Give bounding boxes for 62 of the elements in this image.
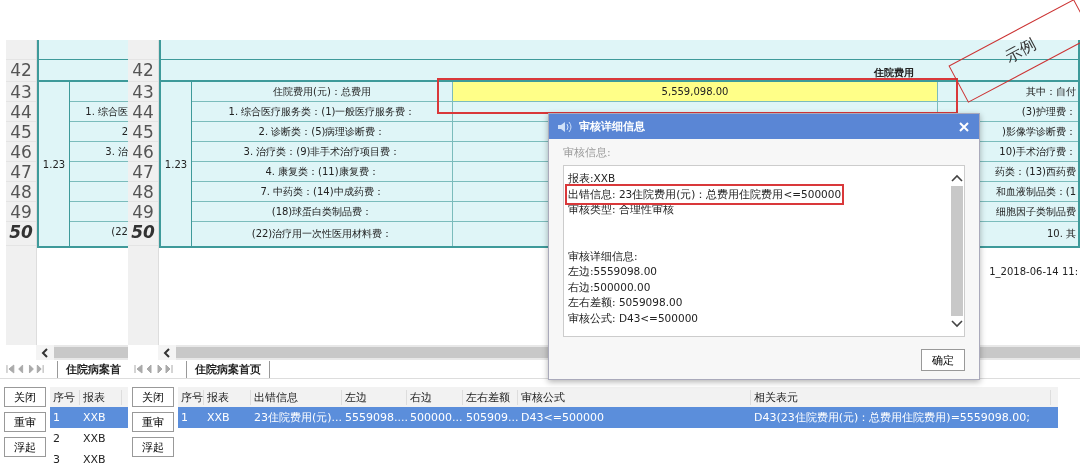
row-label: 2. 诊断类：(5)病理诊断费： <box>258 124 386 139</box>
details-line: 左边:5559098.00 <box>568 264 657 279</box>
row-label: 住院费用(元)：总费用 <box>273 84 371 99</box>
column-header: 报表 <box>80 389 122 405</box>
row-label: 3. 治疗类：(9)非手术治疗项目费： <box>243 144 401 159</box>
row-number: 48 <box>6 182 36 202</box>
row-number: 42 <box>128 60 158 82</box>
row-number: 43 <box>128 82 158 102</box>
details-line: 右边:500000.00 <box>568 279 651 295</box>
row-number: 46 <box>6 142 36 162</box>
row-number: 48 <box>128 182 158 202</box>
column-header: 相关表元 <box>751 389 1051 405</box>
timestamp: 1_2018-06-14 11: <box>989 265 1078 277</box>
section-label: 审核信息: <box>563 145 612 160</box>
row-number: 50 <box>128 222 158 246</box>
details-line: 审核公式: D43<=500000 <box>568 310 698 326</box>
column-header: 序号 <box>178 389 204 405</box>
row-label: 10)手术治疗费： <box>999 144 1076 159</box>
table-cell: 2 <box>121 126 128 137</box>
column-header: 左边 <box>342 389 407 405</box>
row-number: 43 <box>6 82 36 102</box>
row-number: 47 <box>6 162 36 182</box>
row-number: 44 <box>6 102 36 122</box>
row-number: 50 <box>6 222 36 246</box>
row-label: 其中：自付 <box>1026 84 1076 99</box>
row-number: 44 <box>128 102 158 122</box>
section-header: 住院费用 <box>874 66 914 80</box>
row-label: 药类：(13)西药费 <box>995 164 1076 179</box>
table-cell: 1. 综合医 <box>85 106 128 117</box>
row-label: 和血液制品类：(1 <box>995 184 1076 199</box>
table-cell: 1.23 <box>161 82 192 246</box>
table-cell: (22 <box>111 226 128 237</box>
table-cell: 1.23 <box>39 82 70 246</box>
table-cell: 3. 治 <box>105 146 128 157</box>
row-label: 10. 其 <box>1046 227 1076 241</box>
column-header: 出错信息 <box>251 389 342 405</box>
details-line: 出错信息: 23住院费用(元)：总费用住院费用<=500000 <box>568 186 842 202</box>
value-cell: 5,559,098.00 <box>453 82 938 101</box>
row-label: (18)球蛋白类制品费： <box>271 204 373 219</box>
row-number: 47 <box>128 162 158 182</box>
row-number: 49 <box>6 202 36 222</box>
details-line: 左右差额: 5059098.00 <box>568 295 683 310</box>
column-header: 右边 <box>407 389 463 405</box>
row-number: 46 <box>128 142 158 162</box>
details-line: 报表:XXB <box>568 171 616 186</box>
row-number: 49 <box>128 202 158 222</box>
column-header: 报表 <box>204 389 251 405</box>
details-line: 审核详细信息: <box>568 248 638 264</box>
row-label: (22)治疗用一次性医用材料费： <box>251 227 393 241</box>
column-header: 审核公式 <box>518 389 751 405</box>
dialog-title: 审核详细信息 <box>579 119 646 134</box>
row-number: 42 <box>6 60 36 82</box>
row-label: 4. 康复类：(11)康复费： <box>265 164 379 179</box>
row-number: 45 <box>6 122 36 142</box>
row-label: 7. 中药类：(14)中成药费： <box>260 184 384 199</box>
column-header: 序号 <box>50 389 80 405</box>
row-label: )影像学诊断费： <box>1002 124 1076 139</box>
row-number: 45 <box>128 122 158 142</box>
row-label: 1. 综合医疗服务类：(1)一般医疗服务费： <box>228 104 416 119</box>
row-label: 细胞因子类制品费 <box>996 204 1076 219</box>
row-label: (3)护理费： <box>1021 104 1076 119</box>
column-header: 左右差额 <box>463 389 518 405</box>
